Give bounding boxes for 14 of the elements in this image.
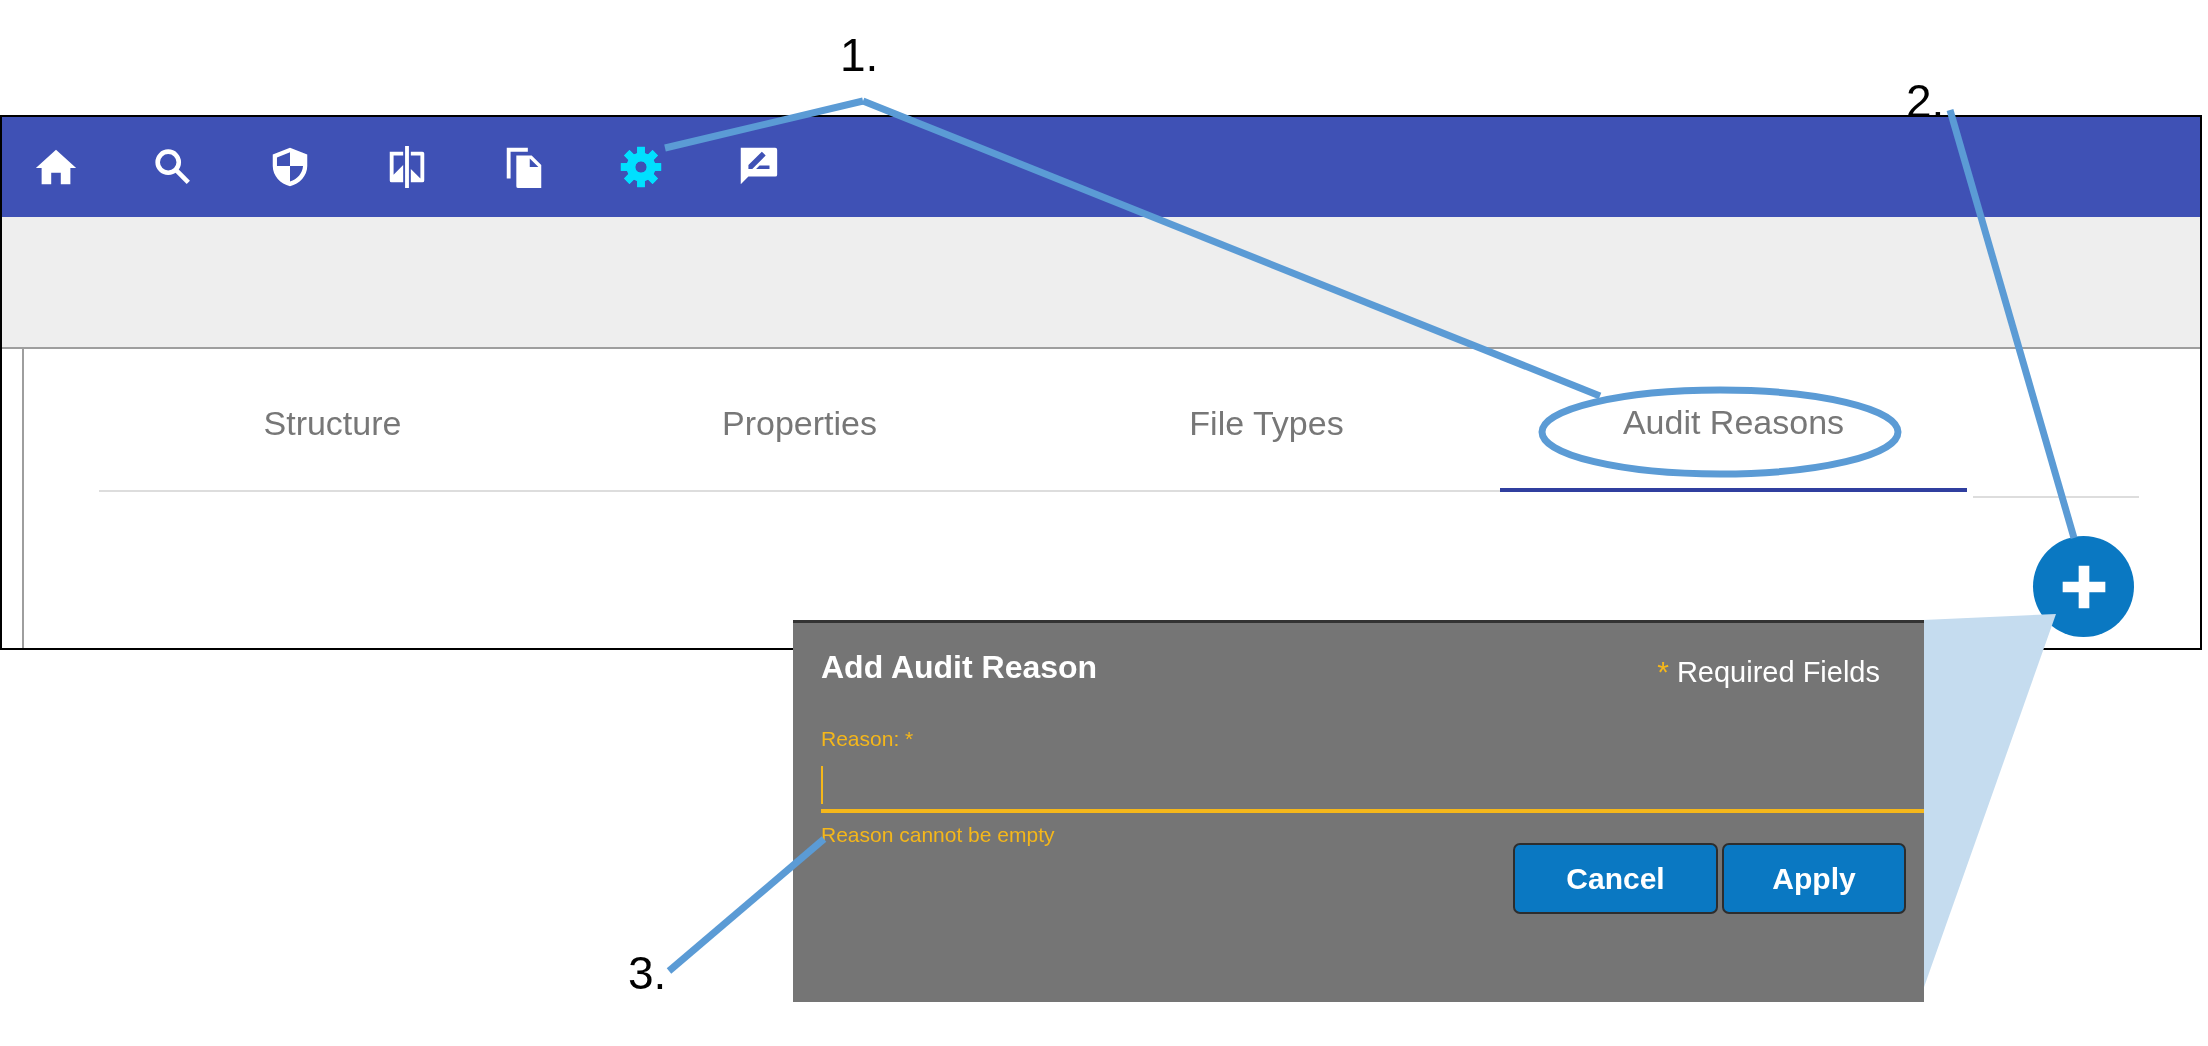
annotation-number: 1.: [840, 28, 879, 82]
required-note: Required Fields: [1676, 656, 1880, 689]
tab[interactable]: File Types: [1033, 349, 1500, 492]
annotation-number: 3.: [628, 946, 667, 1000]
tab[interactable]: Structure: [99, 349, 566, 492]
required-mark: *: [1657, 655, 1669, 689]
dialog-button[interactable]: Apply: [1722, 843, 1906, 914]
dialog-button[interactable]: Cancel: [1513, 843, 1718, 914]
tab[interactable]: Properties: [566, 349, 1033, 492]
error-message: Reason cannot be empty: [821, 823, 1056, 847]
tab[interactable]: Audit Reasons: [1500, 349, 1967, 492]
field-label: Reason: *: [821, 727, 915, 751]
dialog-title: Add Audit Reason: [821, 648, 1098, 686]
settings-icon[interactable]: [618, 144, 664, 190]
